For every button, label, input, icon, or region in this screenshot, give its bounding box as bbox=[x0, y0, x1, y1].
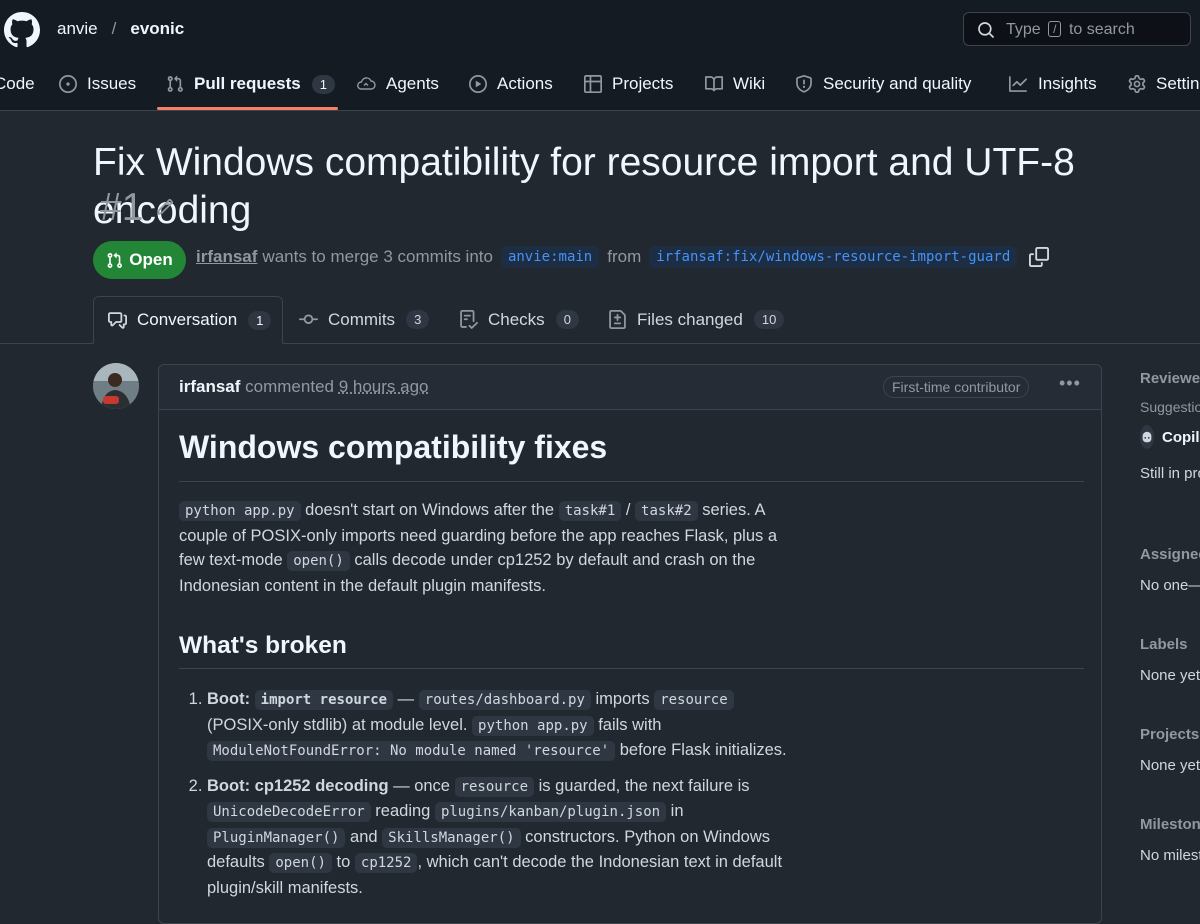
breadcrumb-owner[interactable]: anvie bbox=[57, 19, 98, 38]
tab-insights[interactable]: Insights bbox=[1008, 60, 1097, 108]
search-shortcut-key: / bbox=[1048, 21, 1062, 37]
list-item: Boot: import resource — routes/dashboard… bbox=[207, 687, 797, 764]
comment-timestamp[interactable]: 9 hours ago bbox=[339, 377, 429, 396]
comment-box: irfansaf commented 9 hours ago First-tim… bbox=[158, 364, 1102, 924]
tab-checks[interactable]: Checks 0 bbox=[459, 296, 579, 343]
tab-wiki[interactable]: Wiki bbox=[705, 60, 765, 108]
tab-code[interactable]: Code bbox=[0, 60, 35, 108]
pull-requests-count: 1 bbox=[311, 74, 335, 94]
pull-request-icon bbox=[107, 252, 123, 268]
shield-icon bbox=[796, 75, 812, 93]
avatar[interactable] bbox=[93, 363, 139, 409]
sidebar-projects[interactable]: Projects None yet bbox=[1140, 726, 1200, 774]
active-tab-indicator bbox=[157, 107, 338, 110]
tab-actions[interactable]: Actions bbox=[469, 60, 553, 108]
checklist-icon bbox=[460, 310, 478, 329]
table-icon bbox=[584, 75, 602, 93]
comment-author[interactable]: irfansaf bbox=[179, 377, 240, 396]
sidebar-labels[interactable]: Labels None yet bbox=[1140, 636, 1200, 684]
breadcrumb-repo[interactable]: evonic bbox=[130, 19, 184, 38]
pull-request-icon bbox=[167, 75, 183, 92]
issue-opened-icon bbox=[59, 75, 77, 93]
pr-tabs: Conversation 1 Commits 3 Checks 0 Files … bbox=[0, 296, 1200, 344]
comment-header: irfansaf commented 9 hours ago First-tim… bbox=[159, 365, 1101, 410]
comment-discussion-icon bbox=[108, 311, 127, 329]
file-diff-icon bbox=[609, 310, 626, 329]
tab-issues[interactable]: Issues bbox=[59, 60, 136, 108]
tab-security[interactable]: Security and quality bbox=[795, 60, 971, 108]
copilot-icon bbox=[1140, 425, 1154, 449]
search-input[interactable]: Type / to search bbox=[963, 12, 1191, 46]
app-header: anvie / evonic Type / to search Code Issue… bbox=[0, 0, 1200, 111]
pr-author-link[interactable]: irfansaf bbox=[196, 247, 257, 267]
book-icon bbox=[705, 76, 723, 92]
tab-conversation[interactable]: Conversation 1 bbox=[93, 296, 283, 344]
search-placeholder: Type / to search bbox=[1006, 21, 1135, 38]
sidebar-reviewers[interactable]: Reviewers Suggestions Copilot Still in p… bbox=[1140, 370, 1200, 482]
first-time-contributor-badge: First-time contributor bbox=[883, 376, 1030, 398]
graph-icon bbox=[1009, 76, 1027, 92]
sidebar-milestone[interactable]: Milestone No milestone bbox=[1140, 816, 1200, 864]
tab-projects[interactable]: Projects bbox=[584, 60, 673, 108]
search-icon bbox=[978, 22, 994, 38]
sidebar-assignees[interactable]: Assignees No one—assign yourself bbox=[1140, 546, 1200, 594]
breadcrumb: anvie / evonic bbox=[57, 19, 184, 39]
play-icon bbox=[469, 75, 487, 93]
agent-icon bbox=[357, 77, 376, 90]
comment-body: Windows compatibility fixes python app.p… bbox=[179, 427, 1084, 910]
list-item: Boot: cp1252 decoding — once resource is… bbox=[207, 774, 797, 901]
comment-subheading: What's broken bbox=[179, 632, 1084, 669]
base-branch[interactable]: anvie:main bbox=[500, 246, 600, 268]
head-branch[interactable]: irfansaf:fix/windows-resource-import-gua… bbox=[649, 246, 1018, 268]
page-title: Fix Windows compatibility for resource i… bbox=[93, 141, 1075, 232]
pr-number: #1 bbox=[100, 186, 144, 229]
pencil-icon[interactable] bbox=[156, 198, 174, 216]
tab-commits[interactable]: Commits 3 bbox=[299, 296, 430, 343]
reviewer-suggestion-copilot[interactable]: Copilot bbox=[1140, 425, 1200, 449]
gear-icon bbox=[1128, 75, 1146, 93]
intro-paragraph: python app.py doesn't start on Windows a… bbox=[179, 501, 778, 595]
repo-nav: Code Issues Pull requests 1 Agents Actio… bbox=[0, 60, 1200, 110]
tab-agents[interactable]: Agents bbox=[356, 60, 439, 108]
kebab-menu-icon[interactable]: ••• bbox=[1059, 373, 1081, 394]
breadcrumb-separator: / bbox=[111, 19, 117, 38]
copy-icon[interactable] bbox=[1029, 247, 1050, 267]
tab-pull-requests[interactable]: Pull requests 1 bbox=[166, 60, 335, 108]
comment-heading: Windows compatibility fixes bbox=[179, 427, 1084, 482]
github-logo-icon[interactable] bbox=[4, 12, 40, 48]
merge-summary: irfansaf wants to merge 3 commits into a… bbox=[196, 246, 1050, 268]
commit-icon bbox=[299, 314, 318, 324]
tab-files-changed[interactable]: Files changed 10 bbox=[608, 296, 785, 343]
broken-list: Boot: import resource — routes/dashboard… bbox=[179, 687, 797, 900]
status-badge: Open bbox=[93, 241, 186, 279]
tab-settings[interactable]: Settings bbox=[1128, 60, 1200, 108]
